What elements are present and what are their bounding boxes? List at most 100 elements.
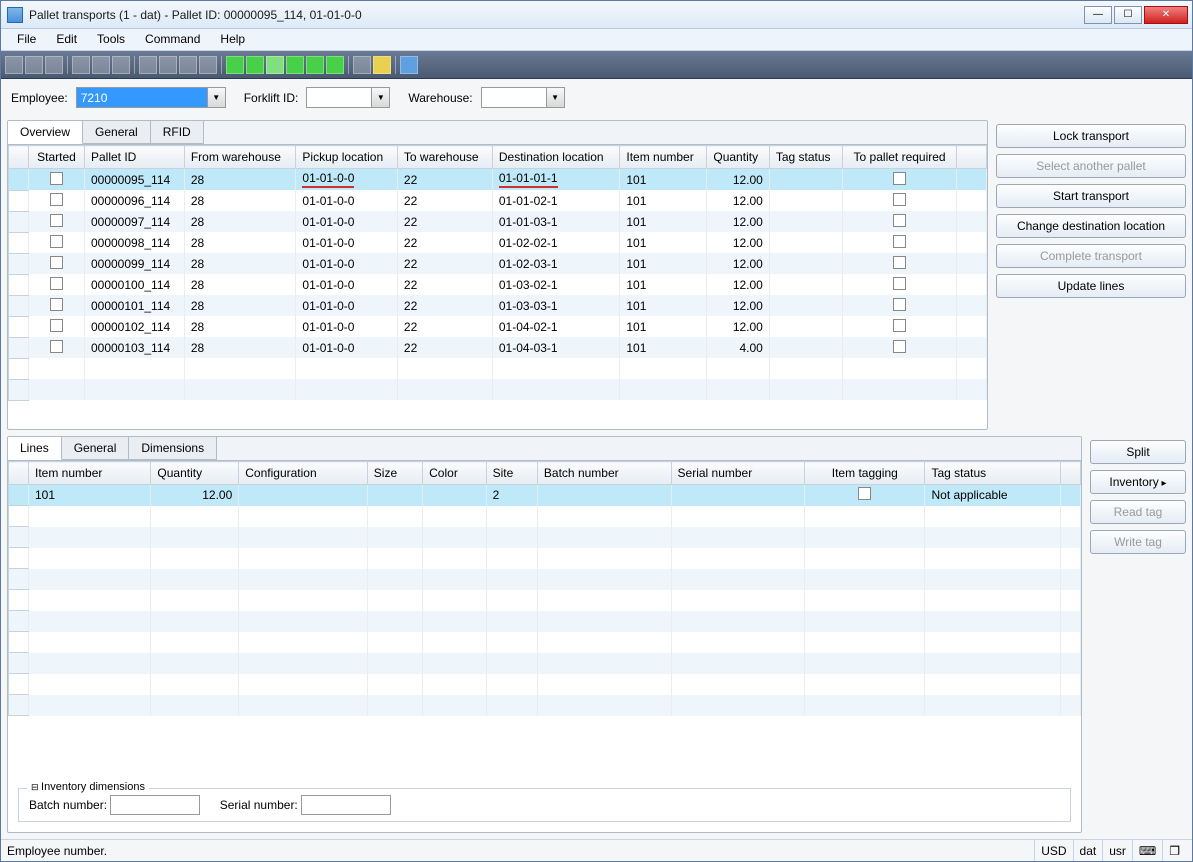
col-batch-number[interactable]: Batch number	[537, 462, 671, 485]
start-transport-button[interactable]: Start transport	[996, 184, 1186, 208]
print-icon[interactable]	[72, 56, 90, 74]
col-color[interactable]: Color	[423, 462, 486, 485]
row-selector-header[interactable]	[9, 462, 29, 485]
read-tag-button[interactable]: Read tag	[1090, 500, 1186, 524]
chevron-down-icon[interactable]: ▼	[371, 88, 389, 107]
close-button[interactable]: ✕	[1144, 6, 1188, 24]
col-from-warehouse[interactable]: From warehouse	[184, 146, 296, 169]
remove-filter-icon[interactable]	[179, 56, 197, 74]
filter-by-selection-icon[interactable]	[159, 56, 177, 74]
forklift-input[interactable]	[307, 88, 371, 107]
col-serial-number[interactable]: Serial number	[671, 462, 805, 485]
next-record-icon[interactable]	[286, 56, 304, 74]
first-record-icon[interactable]	[226, 56, 244, 74]
col-quantity[interactable]: Quantity	[151, 462, 239, 485]
select-another-pallet-button[interactable]: Select another pallet	[996, 154, 1186, 178]
checkbox-icon[interactable]	[50, 277, 63, 290]
tab-lines-general[interactable]: General	[62, 437, 130, 460]
col-site[interactable]: Site	[486, 462, 537, 485]
warehouse-input[interactable]	[482, 88, 546, 107]
table-row[interactable]: 00000100_1142801-01-0-02201-03-02-110112…	[9, 274, 987, 295]
write-tag-button[interactable]: Write tag	[1090, 530, 1186, 554]
checkbox-icon[interactable]	[893, 340, 906, 353]
col-size[interactable]: Size	[367, 462, 422, 485]
serial-number-input[interactable]	[301, 795, 391, 815]
table-row[interactable]: 00000102_1142801-01-0-02201-04-02-110112…	[9, 316, 987, 337]
employee-combo[interactable]: ▼	[76, 87, 226, 108]
inventory-dimensions-legend[interactable]: Inventory dimensions	[27, 781, 149, 793]
checkbox-icon[interactable]	[50, 214, 63, 227]
table-row[interactable]: 00000098_1142801-01-0-02201-02-02-110112…	[9, 232, 987, 253]
checkbox-icon[interactable]	[893, 256, 906, 269]
checkbox-icon[interactable]	[50, 256, 63, 269]
tab-dimensions[interactable]: Dimensions	[129, 437, 217, 460]
lock-transport-button[interactable]: Lock transport	[996, 124, 1186, 148]
menu-command[interactable]: Command	[135, 29, 210, 50]
checkbox-icon[interactable]	[893, 214, 906, 227]
update-lines-button[interactable]: Update lines	[996, 274, 1186, 298]
tab-overview[interactable]: Overview	[8, 121, 83, 144]
complete-transport-button[interactable]: Complete transport	[996, 244, 1186, 268]
table-row[interactable]: 00000103_1142801-01-0-02201-04-03-11014.…	[9, 337, 987, 358]
prev-record-icon[interactable]	[266, 56, 284, 74]
checkbox-icon[interactable]	[50, 298, 63, 311]
print-preview-icon[interactable]	[92, 56, 110, 74]
upper-grid[interactable]: Started Pallet ID From warehouse Pickup …	[8, 145, 987, 429]
checkbox-icon[interactable]	[50, 319, 63, 332]
lower-grid[interactable]: Item number Quantity Configuration Size …	[8, 461, 1081, 774]
menu-help[interactable]: Help	[210, 29, 255, 50]
warehouse-combo[interactable]: ▼	[481, 87, 565, 108]
forklift-combo[interactable]: ▼	[306, 87, 390, 108]
next-page-icon[interactable]	[306, 56, 324, 74]
change-destination-button[interactable]: Change destination location	[996, 214, 1186, 238]
chevron-down-icon[interactable]: ▼	[207, 88, 225, 107]
delete-icon[interactable]	[45, 56, 63, 74]
col-pickup-location[interactable]: Pickup location	[296, 146, 397, 169]
checkbox-icon[interactable]	[893, 235, 906, 248]
col-item-number[interactable]: Item number	[29, 462, 151, 485]
row-selector-header[interactable]	[9, 146, 29, 169]
maximize-button[interactable]: ☐	[1114, 6, 1142, 24]
last-record-icon[interactable]	[326, 56, 344, 74]
alert-icon[interactable]	[373, 56, 391, 74]
tab-lines[interactable]: Lines	[8, 437, 62, 460]
menu-tools[interactable]: Tools	[87, 29, 135, 50]
status-help-icon[interactable]: ❐	[1162, 840, 1186, 861]
col-configuration[interactable]: Configuration	[239, 462, 368, 485]
menu-file[interactable]: File	[7, 29, 46, 50]
table-row[interactable]: 00000101_1142801-01-0-02201-03-03-110112…	[9, 295, 987, 316]
col-pallet-id[interactable]: Pallet ID	[84, 146, 184, 169]
employee-input[interactable]	[77, 88, 207, 107]
batch-number-input[interactable]	[110, 795, 200, 815]
table-row[interactable]: 00000099_1142801-01-0-02201-02-03-110112…	[9, 253, 987, 274]
menu-edit[interactable]: Edit	[46, 29, 87, 50]
inventory-button[interactable]: Inventory	[1090, 470, 1186, 494]
minimize-button[interactable]: —	[1084, 6, 1112, 24]
col-quantity[interactable]: Quantity	[707, 146, 769, 169]
help-icon[interactable]	[400, 56, 418, 74]
checkbox-icon[interactable]	[50, 235, 63, 248]
col-to-warehouse[interactable]: To warehouse	[397, 146, 492, 169]
checkbox-icon[interactable]	[893, 193, 906, 206]
export-excel-icon[interactable]	[112, 56, 130, 74]
table-row[interactable]: 10112.002Not applicable	[9, 485, 1081, 506]
checkbox-icon[interactable]	[893, 277, 906, 290]
chevron-down-icon[interactable]: ▼	[546, 88, 564, 107]
table-row[interactable]: 00000095_1142801-01-0-02201-01-01-110112…	[9, 169, 987, 191]
filter-icon[interactable]	[199, 56, 217, 74]
prev-page-icon[interactable]	[246, 56, 264, 74]
checkbox-icon[interactable]	[50, 340, 63, 353]
col-to-pallet-required[interactable]: To pallet required	[843, 146, 957, 169]
titlebar[interactable]: Pallet transports (1 - dat) - Pallet ID:…	[1, 1, 1192, 29]
checkbox-icon[interactable]	[893, 319, 906, 332]
new-icon[interactable]	[5, 56, 23, 74]
col-item-number[interactable]: Item number	[620, 146, 707, 169]
save-icon[interactable]	[25, 56, 43, 74]
split-button[interactable]: Split	[1090, 440, 1186, 464]
status-monitor-icon[interactable]: ⌨	[1132, 840, 1162, 861]
table-row[interactable]: 00000097_1142801-01-0-02201-01-03-110112…	[9, 211, 987, 232]
checkbox-icon[interactable]	[893, 298, 906, 311]
tab-general[interactable]: General	[83, 121, 151, 144]
tab-rfid[interactable]: RFID	[151, 121, 204, 144]
checkbox-icon[interactable]	[893, 172, 906, 185]
